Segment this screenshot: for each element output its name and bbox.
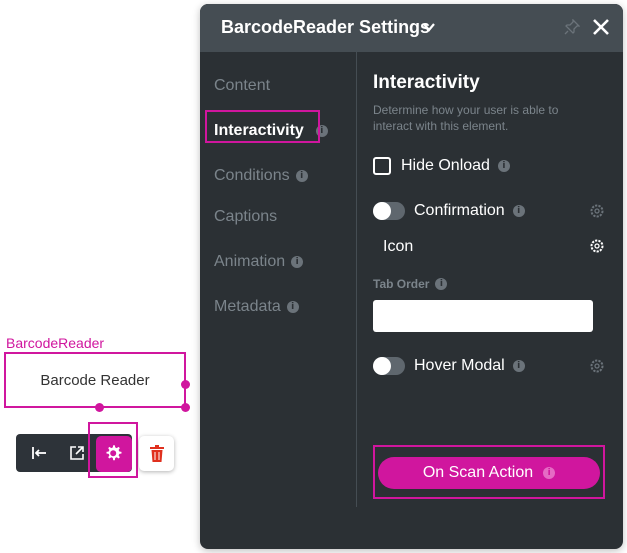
pin-icon[interactable] [564, 19, 580, 35]
nav-item-content[interactable]: Content [214, 77, 270, 95]
info-icon[interactable]: i [497, 160, 510, 172]
nav-item-label: Animation [214, 253, 286, 270]
chevron-down-icon[interactable] [422, 20, 436, 34]
hide-onload-checkbox[interactable] [373, 157, 391, 175]
on-scan-action-label: On Scan Action [422, 464, 534, 481]
trash-icon [149, 444, 164, 462]
nav-item-label: Conditions [214, 167, 290, 184]
nav-item-animation[interactable]: Animation i [214, 253, 304, 271]
nav-item-label: Metadata [214, 298, 281, 315]
hover-modal-row: Hover Modal i [373, 357, 525, 375]
info-icon[interactable]: i [286, 301, 299, 313]
move-left-icon [32, 447, 46, 459]
icon-gear-icon[interactable] [589, 238, 605, 254]
info-icon[interactable]: i [543, 467, 556, 479]
tab-order-input[interactable] [373, 300, 593, 332]
confirmation-label: Confirmation [414, 202, 505, 219]
confirmation-toggle[interactable] [373, 202, 405, 220]
resize-handle-right[interactable] [181, 380, 190, 389]
open-external-icon [70, 446, 84, 460]
section-title: Interactivity [373, 72, 480, 93]
delete-button[interactable] [139, 436, 174, 471]
info-icon[interactable]: i [512, 360, 525, 372]
component-text: Barcode Reader [40, 371, 150, 389]
hide-onload-label: Hide Onload [401, 157, 490, 174]
info-icon[interactable]: i [435, 278, 448, 290]
tab-order-label-row: Tab Order i [373, 277, 448, 291]
settings-button[interactable] [96, 436, 132, 472]
nav-item-metadata[interactable]: Metadata i [214, 298, 299, 316]
hover-modal-label: Hover Modal [414, 357, 505, 374]
resize-handle-bottom[interactable] [95, 403, 104, 412]
nav-item-captions[interactable]: Captions [214, 208, 277, 226]
component-name-label: BarcodeReader [6, 335, 105, 351]
nav-item-label: Captions [214, 208, 278, 225]
nav-item-conditions[interactable]: Conditions i [214, 167, 308, 185]
tab-order-label: Tab Order [373, 277, 430, 291]
close-icon[interactable] [591, 17, 611, 37]
icon-label: Icon [383, 238, 414, 255]
info-icon[interactable]: i [291, 256, 304, 268]
confirmation-gear-icon[interactable] [589, 203, 605, 219]
info-icon[interactable]: i [295, 170, 308, 182]
hide-onload-row: Hide Onload i [373, 157, 510, 175]
hover-modal-toggle[interactable] [373, 357, 405, 375]
icon-row: Icon [383, 238, 413, 256]
info-icon[interactable]: i [512, 205, 525, 217]
settings-content: Interactivity Determine how your user is… [357, 52, 623, 549]
nav-item-label: Content [214, 77, 271, 94]
barcode-reader-component[interactable]: Barcode Reader [4, 352, 186, 408]
confirmation-row: Confirmation i [373, 202, 525, 220]
panel-header: BarcodeReader Settings [200, 4, 623, 52]
nav-active-highlight [205, 110, 320, 143]
move-left-button[interactable] [24, 438, 54, 468]
section-description: Determine how your user is able to inter… [373, 103, 559, 133]
settings-panel: BarcodeReader Settings Content Interacti… [200, 4, 623, 549]
panel-title[interactable]: BarcodeReader Settings [221, 17, 430, 38]
hover-modal-gear-icon[interactable] [589, 358, 605, 374]
resize-handle-corner[interactable] [181, 403, 190, 412]
on-scan-action-button[interactable]: On Scan Action i [378, 457, 600, 489]
gear-icon [106, 445, 122, 461]
